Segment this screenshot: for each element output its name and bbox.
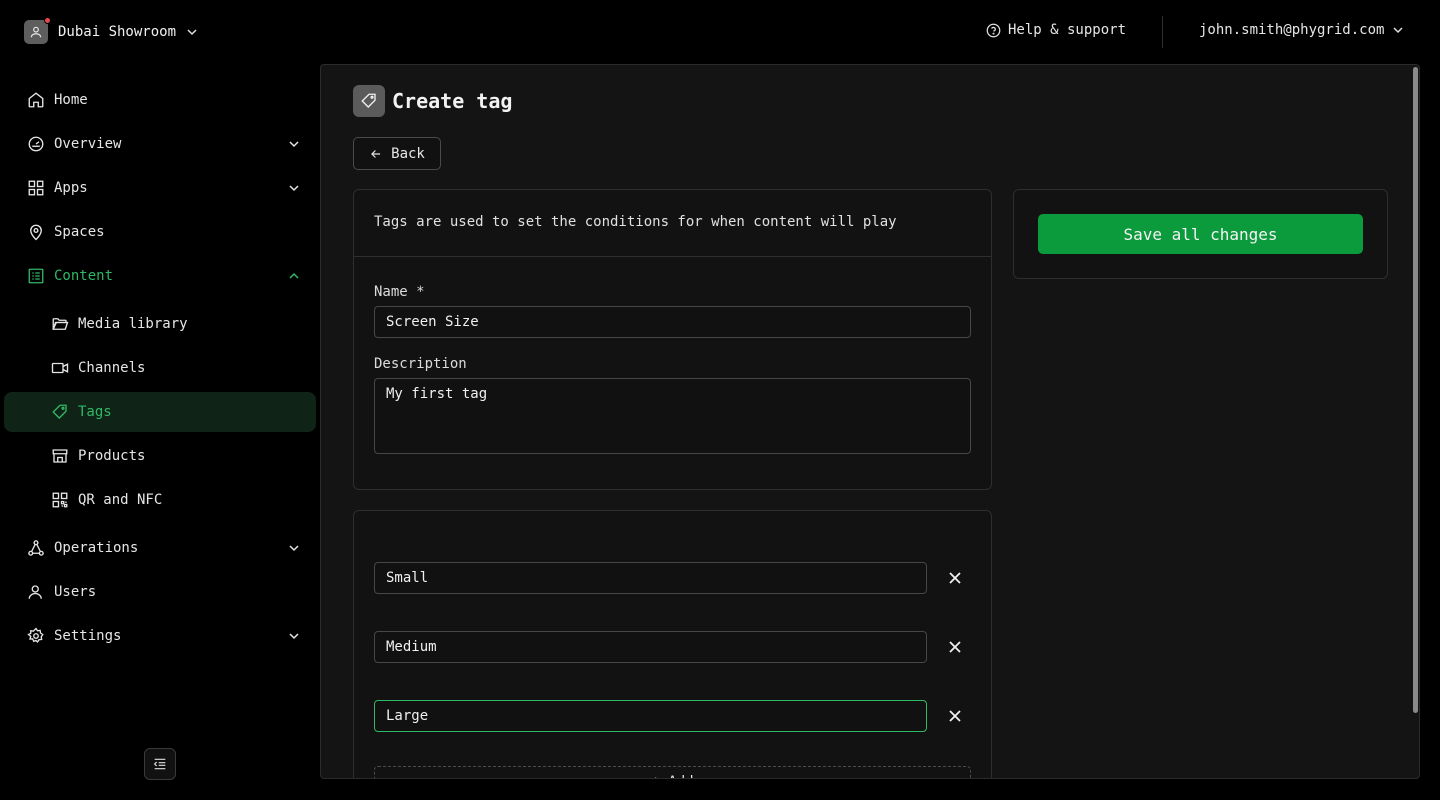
sidebar-item-label: Products [78, 448, 146, 464]
sidebar-item-label: Content [54, 268, 114, 284]
save-all-changes-button[interactable]: Save all changes [1038, 214, 1363, 254]
sidebar: Home Overview Apps Spaces Content Media … [0, 64, 320, 800]
sidebar-item-label: Operations [54, 540, 139, 556]
divider [354, 256, 991, 257]
sidebar-item-operations[interactable]: Operations [4, 528, 316, 568]
chevron-down-icon [187, 29, 197, 36]
remove-value-button[interactable] [944, 705, 966, 727]
chevron-down-icon [289, 633, 299, 640]
sidebar-item-label: Overview [54, 136, 122, 152]
org-switcher[interactable]: Dubai Showroom [24, 17, 198, 44]
gear-icon [27, 627, 44, 644]
sidebar-item-label: Apps [54, 180, 88, 196]
tag-hint-text: Tags are used to set the conditions for … [374, 214, 897, 230]
close-icon [949, 572, 961, 584]
sidebar-item-home[interactable]: Home [4, 80, 316, 120]
description-label: Description [374, 356, 467, 372]
map-pin-icon [30, 224, 42, 241]
tag-icon [52, 404, 67, 419]
chevron-down-icon [289, 545, 299, 552]
scrollbar[interactable] [1413, 67, 1418, 713]
sidebar-item-label: Home [54, 92, 88, 108]
back-button[interactable]: Back [353, 137, 441, 170]
sidebar-item-apps[interactable]: Apps [4, 168, 316, 208]
list-icon [28, 268, 44, 284]
sidebar-item-label: QR and NFC [78, 492, 163, 508]
network-icon [28, 540, 44, 556]
org-avatar [24, 17, 51, 44]
tag-icon [353, 85, 385, 117]
chevron-down-icon [1393, 27, 1403, 34]
tag-value-input[interactable] [374, 562, 927, 594]
page-title: Create tag [392, 89, 513, 113]
sidebar-item-products[interactable]: Products [4, 436, 316, 476]
chevron-down-icon [289, 141, 299, 148]
sidebar-item-label: Users [54, 584, 97, 600]
arrow-left-icon [371, 149, 381, 158]
name-label: Name * [374, 284, 425, 300]
collapse-sidebar-button[interactable] [144, 748, 176, 780]
page-header: Create tag [353, 85, 512, 117]
sidebar-item-overview[interactable]: Overview [4, 124, 316, 164]
tag-values-card: + Add [353, 510, 992, 778]
account-email: john.smith@phygrid.com [1199, 22, 1385, 38]
collapse-sidebar-icon [153, 758, 166, 770]
close-icon [949, 641, 961, 653]
tag-details-card: Tags are used to set the conditions for … [353, 189, 992, 490]
org-name: Dubai Showroom [58, 24, 177, 40]
chevron-up-icon [289, 272, 299, 279]
user-icon [28, 585, 42, 599]
account-menu[interactable]: john.smith@phygrid.com [1199, 22, 1404, 38]
save-card: Save all changes [1013, 189, 1388, 279]
sidebar-item-qr-and-nfc[interactable]: QR and NFC [4, 480, 316, 520]
name-input[interactable] [374, 306, 971, 338]
top-bar: Dubai Showroom Help & support john.smith… [0, 0, 1440, 64]
help-circle-icon [986, 23, 1001, 37]
folder-icon [52, 318, 69, 330]
sidebar-item-settings[interactable]: Settings [4, 616, 316, 656]
gauge-icon [28, 136, 44, 152]
back-label: Back [391, 145, 425, 162]
notification-dot [44, 17, 51, 24]
sidebar-item-spaces[interactable]: Spaces [4, 212, 316, 252]
qr-code-icon [52, 492, 68, 508]
video-icon [51, 362, 69, 374]
sidebar-item-content[interactable]: Content [4, 256, 316, 296]
main-panel: Create tag Back Tags are used to set the… [320, 64, 1420, 779]
sidebar-item-media-library[interactable]: Media library [4, 304, 316, 344]
remove-value-button[interactable] [944, 636, 966, 658]
sidebar-item-label: Channels [78, 360, 146, 376]
sidebar-item-label: Spaces [54, 224, 105, 240]
header-divider [1162, 16, 1163, 48]
sidebar-item-label: Media library [78, 316, 188, 332]
help-support-link[interactable]: Help & support [986, 22, 1126, 38]
tag-value-input[interactable] [374, 631, 927, 663]
tag-value-input[interactable] [374, 700, 927, 732]
sidebar-item-label: Tags [78, 404, 112, 420]
grid-icon [28, 180, 44, 196]
sidebar-item-tags[interactable]: Tags [4, 392, 316, 432]
store-icon [52, 449, 68, 463]
sidebar-item-label: Settings [54, 628, 122, 644]
help-label: Help & support [1008, 22, 1127, 38]
remove-value-button[interactable] [944, 567, 966, 589]
description-textarea[interactable]: My first tag [374, 378, 971, 454]
chevron-down-icon [289, 185, 299, 192]
close-icon [949, 710, 961, 722]
person-icon [30, 26, 42, 38]
sidebar-item-users[interactable]: Users [4, 572, 316, 612]
sidebar-item-channels[interactable]: Channels [4, 348, 316, 388]
home-icon [28, 92, 44, 108]
add-value-button[interactable]: + Add [374, 766, 971, 778]
